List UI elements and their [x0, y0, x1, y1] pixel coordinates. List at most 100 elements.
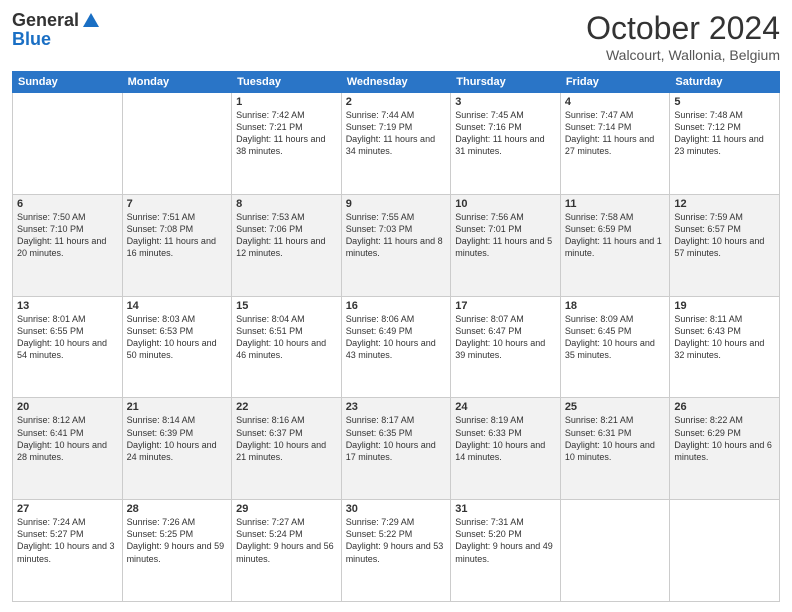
day-number: 9 [346, 198, 447, 210]
logo-icon [81, 11, 101, 31]
cell-info: Sunrise: 8:17 AMSunset: 6:35 PMDaylight:… [346, 414, 447, 463]
calendar-cell: 3Sunrise: 7:45 AMSunset: 7:16 PMDaylight… [451, 93, 561, 195]
logo-text: General [12, 10, 101, 31]
cell-info: Sunrise: 7:26 AMSunset: 5:25 PMDaylight:… [127, 516, 228, 565]
cell-info: Sunrise: 7:29 AMSunset: 5:22 PMDaylight:… [346, 516, 447, 565]
day-number: 14 [127, 300, 228, 312]
cell-info: Sunrise: 8:19 AMSunset: 6:33 PMDaylight:… [455, 414, 556, 463]
logo-blue-text: Blue [12, 29, 51, 50]
col-wednesday: Wednesday [341, 72, 451, 93]
calendar-cell: 30Sunrise: 7:29 AMSunset: 5:22 PMDayligh… [341, 500, 451, 602]
day-number: 21 [127, 401, 228, 413]
cell-info: Sunrise: 8:11 AMSunset: 6:43 PMDaylight:… [674, 313, 775, 362]
calendar-cell: 18Sunrise: 8:09 AMSunset: 6:45 PMDayligh… [560, 296, 670, 398]
day-number: 2 [346, 96, 447, 108]
day-number: 8 [236, 198, 337, 210]
cell-info: Sunrise: 8:04 AMSunset: 6:51 PMDaylight:… [236, 313, 337, 362]
day-number: 30 [346, 503, 447, 515]
calendar-cell: 9Sunrise: 7:55 AMSunset: 7:03 PMDaylight… [341, 194, 451, 296]
day-number: 24 [455, 401, 556, 413]
col-sunday: Sunday [13, 72, 123, 93]
calendar-cell [13, 93, 123, 195]
day-number: 5 [674, 96, 775, 108]
calendar-cell: 25Sunrise: 8:21 AMSunset: 6:31 PMDayligh… [560, 398, 670, 500]
calendar-cell: 19Sunrise: 8:11 AMSunset: 6:43 PMDayligh… [670, 296, 780, 398]
calendar-cell: 24Sunrise: 8:19 AMSunset: 6:33 PMDayligh… [451, 398, 561, 500]
day-number: 4 [565, 96, 666, 108]
calendar-cell: 10Sunrise: 7:56 AMSunset: 7:01 PMDayligh… [451, 194, 561, 296]
cell-info: Sunrise: 7:42 AMSunset: 7:21 PMDaylight:… [236, 109, 337, 158]
day-number: 10 [455, 198, 556, 210]
day-number: 3 [455, 96, 556, 108]
calendar-cell: 17Sunrise: 8:07 AMSunset: 6:47 PMDayligh… [451, 296, 561, 398]
col-monday: Monday [122, 72, 232, 93]
day-number: 13 [17, 300, 118, 312]
calendar-cell: 14Sunrise: 8:03 AMSunset: 6:53 PMDayligh… [122, 296, 232, 398]
calendar-cell: 6Sunrise: 7:50 AMSunset: 7:10 PMDaylight… [13, 194, 123, 296]
cell-info: Sunrise: 7:59 AMSunset: 6:57 PMDaylight:… [674, 211, 775, 260]
calendar-cell: 5Sunrise: 7:48 AMSunset: 7:12 PMDaylight… [670, 93, 780, 195]
day-number: 26 [674, 401, 775, 413]
calendar-week-1: 1Sunrise: 7:42 AMSunset: 7:21 PMDaylight… [13, 93, 780, 195]
calendar-cell [122, 93, 232, 195]
cell-info: Sunrise: 7:47 AMSunset: 7:14 PMDaylight:… [565, 109, 666, 158]
calendar-cell: 8Sunrise: 7:53 AMSunset: 7:06 PMDaylight… [232, 194, 342, 296]
cell-info: Sunrise: 8:03 AMSunset: 6:53 PMDaylight:… [127, 313, 228, 362]
calendar-week-2: 6Sunrise: 7:50 AMSunset: 7:10 PMDaylight… [13, 194, 780, 296]
calendar-cell: 11Sunrise: 7:58 AMSunset: 6:59 PMDayligh… [560, 194, 670, 296]
calendar-cell: 12Sunrise: 7:59 AMSunset: 6:57 PMDayligh… [670, 194, 780, 296]
calendar-cell: 27Sunrise: 7:24 AMSunset: 5:27 PMDayligh… [13, 500, 123, 602]
calendar-cell: 29Sunrise: 7:27 AMSunset: 5:24 PMDayligh… [232, 500, 342, 602]
calendar-cell: 2Sunrise: 7:44 AMSunset: 7:19 PMDaylight… [341, 93, 451, 195]
day-number: 15 [236, 300, 337, 312]
cell-info: Sunrise: 7:55 AMSunset: 7:03 PMDaylight:… [346, 211, 447, 260]
col-friday: Friday [560, 72, 670, 93]
cell-info: Sunrise: 8:21 AMSunset: 6:31 PMDaylight:… [565, 414, 666, 463]
day-number: 6 [17, 198, 118, 210]
cell-info: Sunrise: 7:48 AMSunset: 7:12 PMDaylight:… [674, 109, 775, 158]
calendar-cell: 15Sunrise: 8:04 AMSunset: 6:51 PMDayligh… [232, 296, 342, 398]
calendar-cell: 7Sunrise: 7:51 AMSunset: 7:08 PMDaylight… [122, 194, 232, 296]
cell-info: Sunrise: 8:06 AMSunset: 6:49 PMDaylight:… [346, 313, 447, 362]
cell-info: Sunrise: 8:12 AMSunset: 6:41 PMDaylight:… [17, 414, 118, 463]
header-row: Sunday Monday Tuesday Wednesday Thursday… [13, 72, 780, 93]
day-number: 27 [17, 503, 118, 515]
day-number: 16 [346, 300, 447, 312]
calendar-cell: 31Sunrise: 7:31 AMSunset: 5:20 PMDayligh… [451, 500, 561, 602]
calendar-cell [560, 500, 670, 602]
calendar-cell: 4Sunrise: 7:47 AMSunset: 7:14 PMDaylight… [560, 93, 670, 195]
cell-info: Sunrise: 8:09 AMSunset: 6:45 PMDaylight:… [565, 313, 666, 362]
day-number: 31 [455, 503, 556, 515]
day-number: 17 [455, 300, 556, 312]
cell-info: Sunrise: 7:31 AMSunset: 5:20 PMDaylight:… [455, 516, 556, 565]
location: Walcourt, Wallonia, Belgium [586, 47, 780, 63]
cell-info: Sunrise: 7:50 AMSunset: 7:10 PMDaylight:… [17, 211, 118, 260]
calendar-week-5: 27Sunrise: 7:24 AMSunset: 5:27 PMDayligh… [13, 500, 780, 602]
cell-info: Sunrise: 8:01 AMSunset: 6:55 PMDaylight:… [17, 313, 118, 362]
logo: General Blue [12, 10, 101, 50]
cell-info: Sunrise: 8:16 AMSunset: 6:37 PMDaylight:… [236, 414, 337, 463]
cell-info: Sunrise: 7:44 AMSunset: 7:19 PMDaylight:… [346, 109, 447, 158]
day-number: 19 [674, 300, 775, 312]
day-number: 29 [236, 503, 337, 515]
day-number: 12 [674, 198, 775, 210]
cell-info: Sunrise: 7:56 AMSunset: 7:01 PMDaylight:… [455, 211, 556, 260]
cell-info: Sunrise: 8:07 AMSunset: 6:47 PMDaylight:… [455, 313, 556, 362]
col-thursday: Thursday [451, 72, 561, 93]
calendar-cell: 13Sunrise: 8:01 AMSunset: 6:55 PMDayligh… [13, 296, 123, 398]
cell-info: Sunrise: 8:14 AMSunset: 6:39 PMDaylight:… [127, 414, 228, 463]
page: General Blue October 2024 Walcourt, Wall… [0, 0, 792, 612]
calendar-cell: 22Sunrise: 8:16 AMSunset: 6:37 PMDayligh… [232, 398, 342, 500]
header: General Blue October 2024 Walcourt, Wall… [12, 10, 780, 63]
day-number: 18 [565, 300, 666, 312]
day-number: 23 [346, 401, 447, 413]
cell-info: Sunrise: 8:22 AMSunset: 6:29 PMDaylight:… [674, 414, 775, 463]
calendar-cell: 28Sunrise: 7:26 AMSunset: 5:25 PMDayligh… [122, 500, 232, 602]
day-number: 28 [127, 503, 228, 515]
cell-info: Sunrise: 7:53 AMSunset: 7:06 PMDaylight:… [236, 211, 337, 260]
cell-info: Sunrise: 7:45 AMSunset: 7:16 PMDaylight:… [455, 109, 556, 158]
calendar-cell [670, 500, 780, 602]
day-number: 1 [236, 96, 337, 108]
col-tuesday: Tuesday [232, 72, 342, 93]
month-title: October 2024 [586, 10, 780, 47]
